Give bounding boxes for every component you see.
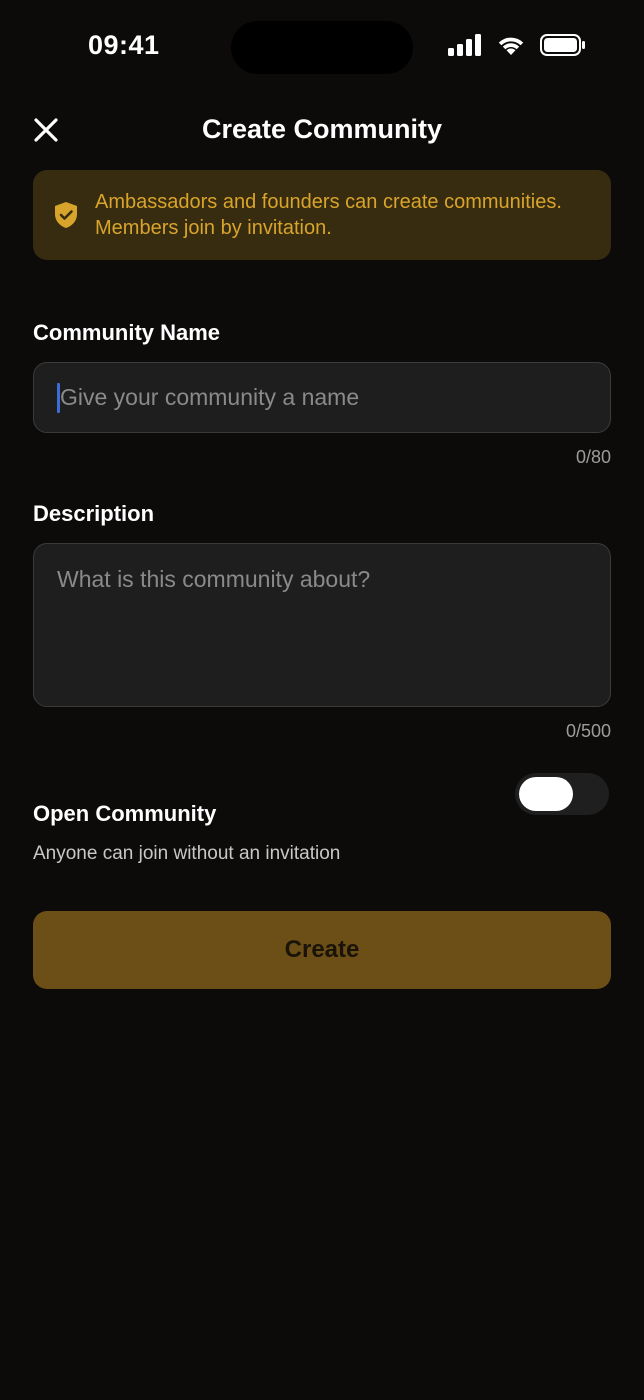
- toggle-knob: [519, 777, 573, 811]
- description-label: Description: [33, 501, 155, 526]
- status-time: 09:41: [88, 30, 160, 60]
- description-input[interactable]: What is this community about?: [33, 543, 611, 707]
- page-title: Create Community: [201, 114, 443, 144]
- battery-icon: [540, 34, 585, 56]
- dynamic-island: [231, 21, 413, 74]
- open-community-toggle[interactable]: [515, 773, 609, 815]
- cellular-signal-icon: [448, 34, 481, 56]
- open-community-label: Open Community: [33, 801, 217, 826]
- info-banner: Ambassadors and founders can create comm…: [33, 170, 611, 260]
- banner-text: Ambassadors and founders can create comm…: [95, 191, 562, 239]
- description-placeholder: What is this community about?: [57, 566, 371, 592]
- shield-check-icon: [55, 202, 77, 228]
- create-button[interactable]: Create: [33, 911, 611, 989]
- wifi-icon: [498, 37, 524, 55]
- community-name-input[interactable]: Give your community a name: [33, 362, 611, 433]
- community-name-label: Community Name: [33, 320, 221, 345]
- community-name-counter: 0/80: [575, 447, 611, 467]
- status-bar: 09:41: [0, 0, 644, 96]
- status-icons: [448, 34, 586, 56]
- community-name-placeholder: Give your community a name: [60, 384, 360, 410]
- open-community-sublabel: Anyone can join without an invitation: [33, 843, 341, 864]
- description-counter: 0/500: [565, 721, 611, 741]
